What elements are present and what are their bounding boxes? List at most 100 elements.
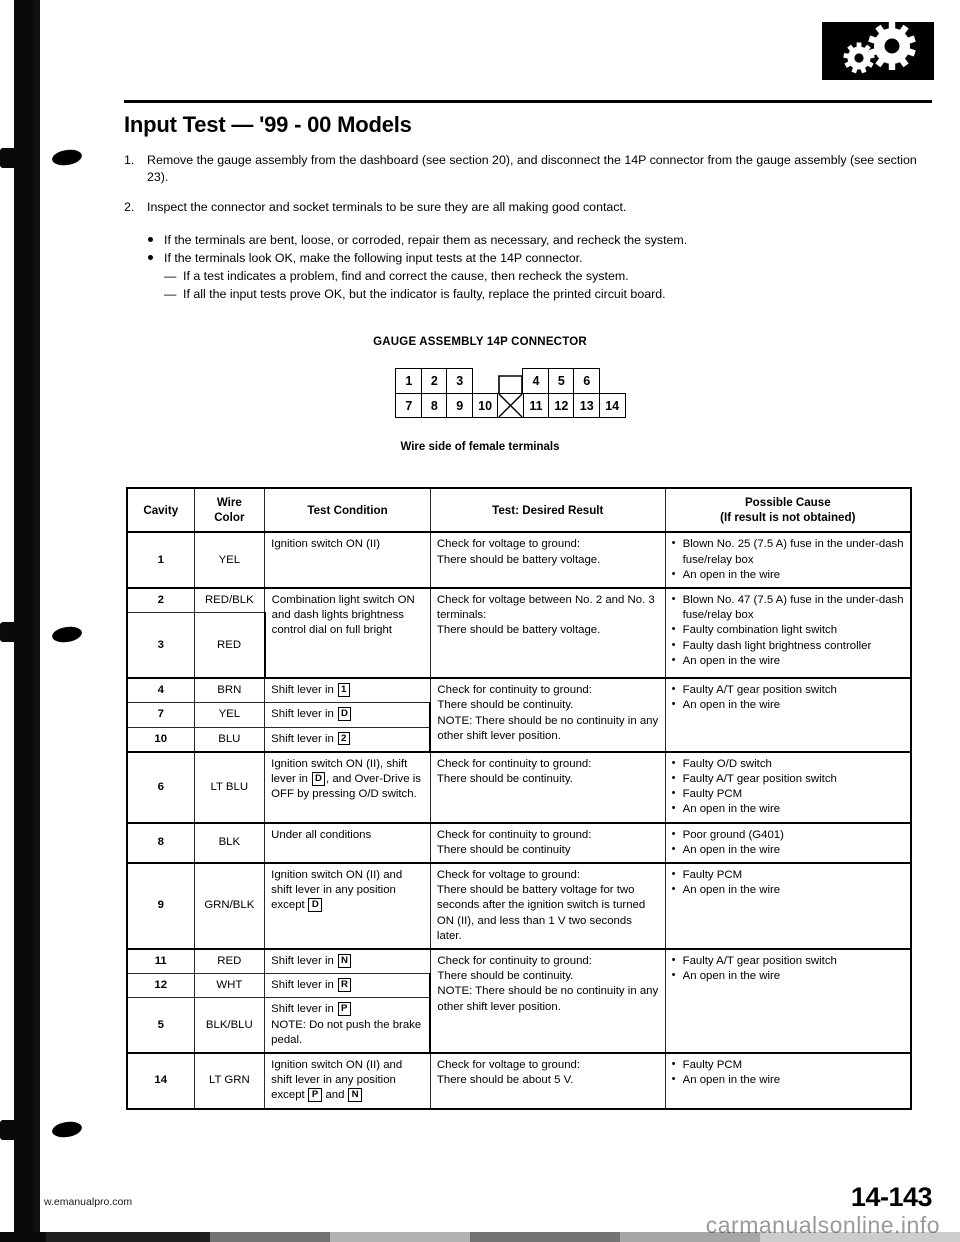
connector-pin: 5 bbox=[547, 368, 575, 393]
cause-item: Faulty A/T gear position switch bbox=[672, 682, 904, 698]
cell-wire-color: RED/BLK bbox=[193, 587, 266, 614]
binder-notch bbox=[0, 148, 18, 168]
cell-wire-color: GRN/BLK bbox=[193, 862, 266, 950]
gear-position-badge: D bbox=[311, 772, 326, 786]
cause-list: Poor ground (G401) An open in the wire bbox=[672, 827, 904, 858]
result-line: Check for voltage between No. 2 and No. … bbox=[436, 594, 655, 637]
table-row: 14 LT GRN Ignition switch ON (II) and sh… bbox=[126, 1052, 912, 1110]
cause-item: Faulty A/T gear position switch bbox=[672, 953, 904, 969]
bullet-dot-icon bbox=[148, 255, 153, 260]
step-text: Inspect the connector and socket termina… bbox=[147, 200, 627, 214]
cause-item: Faulty PCM bbox=[672, 786, 904, 802]
cell-test-result: Check for continuity to ground: There sh… bbox=[429, 821, 666, 864]
cell-test-result: Check for voltage to ground: There shoul… bbox=[429, 1052, 666, 1110]
footer-url: w.emanualpro.com bbox=[44, 1196, 133, 1208]
cell-wire-color: RED bbox=[193, 612, 266, 679]
cause-item: An open in the wire bbox=[672, 697, 904, 713]
possible-cause-line1: Possible Cause bbox=[744, 496, 831, 509]
punch-hole bbox=[51, 147, 83, 168]
connector-note: Wire side of female terminals bbox=[400, 441, 560, 453]
dash-mark-icon: — bbox=[164, 269, 177, 283]
table-row: 2 RED/BLK Combination light switch ON an… bbox=[126, 587, 912, 679]
scan-bottom-smudge bbox=[0, 1232, 960, 1242]
step-number: 2. bbox=[124, 200, 135, 214]
connector-pin: 12 bbox=[547, 393, 575, 418]
procedure-steps: 1. Remove the gauge assembly from the da… bbox=[124, 152, 934, 304]
step-1: 1. Remove the gauge assembly from the da… bbox=[124, 152, 934, 186]
scan-edge-band-secondary bbox=[33, 0, 40, 1242]
cause-item: Faulty combination light switch bbox=[672, 622, 904, 638]
table-row: 11 RED Shift lever in N Check for contin… bbox=[126, 948, 912, 1054]
cause-item: Faulty O/D switch bbox=[672, 756, 904, 772]
binder-notch bbox=[0, 622, 18, 642]
cause-item: Faulty PCM bbox=[672, 1057, 904, 1073]
cause-item: Faulty A/T gear position switch bbox=[672, 771, 904, 787]
connector-pin: 1 bbox=[395, 368, 423, 393]
connector-pin: 14 bbox=[598, 393, 626, 418]
cell-wire-color: YEL bbox=[193, 531, 266, 589]
cell-wire-color: RED bbox=[193, 948, 266, 975]
punch-hole bbox=[51, 624, 83, 645]
cause-list: Faulty PCM An open in the wire bbox=[672, 867, 904, 898]
condition-text-mid: and bbox=[322, 1089, 348, 1102]
connector-pin: 13 bbox=[573, 393, 601, 418]
table-header-row: Cavity Wire Color Test Condition Test: D… bbox=[126, 486, 912, 534]
gear-position-badge: 2 bbox=[337, 731, 350, 746]
connector-caption: GAUGE ASSEMBLY 14P CONNECTOR bbox=[373, 336, 587, 348]
possible-cause-line2: (If result is not obtained) bbox=[720, 511, 856, 525]
cell-wire-color: WHT bbox=[193, 973, 266, 999]
connector-pin: 3 bbox=[446, 368, 474, 393]
gear-position-badge: 1 bbox=[337, 683, 350, 697]
connector-unused-cavity-x-icon bbox=[497, 393, 525, 418]
bullet-item: If the terminals look OK, make the follo… bbox=[147, 250, 934, 267]
connector-gap bbox=[472, 368, 499, 393]
result-line: Check for continuity to ground: There sh… bbox=[437, 684, 659, 742]
cell-test-condition: Under all conditions bbox=[264, 821, 431, 864]
condition-text: Shift lever in bbox=[271, 708, 337, 721]
step-number: 1. bbox=[124, 153, 135, 167]
cell-test-result: Check for voltage between No. 2 and No. … bbox=[429, 587, 666, 679]
header-rule bbox=[124, 100, 932, 103]
cell-possible-cause: Faulty O/D switch Faulty A/T gear positi… bbox=[664, 750, 912, 824]
cell-test-result: Check for voltage to ground: There shoul… bbox=[429, 531, 666, 589]
connector-pin: 9 bbox=[446, 393, 474, 418]
connector-pin: 2 bbox=[420, 368, 448, 393]
connector-pin: 4 bbox=[522, 368, 550, 393]
input-test-table: Cavity Wire Color Test Condition Test: D… bbox=[126, 486, 912, 1110]
dash-item: — If a test indicates a problem, find an… bbox=[147, 268, 934, 285]
binder-notch bbox=[0, 1120, 18, 1140]
gear-position-badge: R bbox=[337, 978, 352, 992]
cell-wire-color: LT BLU bbox=[193, 750, 266, 824]
cell-cavity: 8 bbox=[126, 821, 195, 864]
gear-position-badge: N bbox=[348, 1088, 363, 1102]
cell-test-condition: Combination light switch ON and dash lig… bbox=[264, 587, 431, 679]
condition-note: NOTE: Do not push the brake pedal. bbox=[271, 1018, 422, 1046]
condition-text: Shift lever in bbox=[271, 955, 337, 968]
cell-possible-cause: Poor ground (G401) An open in the wire bbox=[664, 821, 912, 864]
table-row: 9 GRN/BLK Ignition switch ON (II) and sh… bbox=[126, 862, 912, 950]
cell-test-condition: Ignition switch ON (II) and shift lever … bbox=[264, 862, 431, 950]
bullet-dot-icon bbox=[148, 237, 153, 242]
connector-bottom-row: 7 8 9 10 11 12 13 14 bbox=[395, 393, 626, 418]
column-header-test-result: Test: Desired Result bbox=[429, 486, 666, 534]
cause-list: Faulty O/D switch Faulty A/T gear positi… bbox=[672, 756, 904, 818]
cause-item: Blown No. 47 (7.5 A) fuse in the under-d… bbox=[672, 592, 904, 623]
gear-position-badge: P bbox=[337, 1002, 351, 1016]
cell-wire-color: LT GRN bbox=[193, 1052, 266, 1110]
cell-possible-cause: Faulty A/T gear position switch An open … bbox=[664, 948, 912, 1054]
column-header-cavity: Cavity bbox=[126, 486, 195, 534]
cell-cavity: 3 bbox=[126, 612, 195, 679]
cause-list: Faulty A/T gear position switch An open … bbox=[672, 682, 904, 713]
cell-test-condition: Ignition switch ON (II) and shift lever … bbox=[264, 1052, 431, 1110]
bullet-text: If the terminals are bent, loose, or cor… bbox=[164, 233, 688, 247]
cause-item: An open in the wire bbox=[672, 968, 904, 984]
cell-test-condition: Ignition switch ON (II) bbox=[264, 531, 431, 589]
cell-cavity: 9 bbox=[126, 862, 195, 950]
cell-wire-color: BLU bbox=[193, 726, 266, 753]
column-header-wire-color: Wire Color bbox=[193, 486, 266, 534]
step-2: 2. Inspect the connector and socket term… bbox=[124, 199, 934, 216]
cause-item: An open in the wire bbox=[672, 801, 904, 817]
cause-list: Faulty A/T gear position switch An open … bbox=[672, 953, 904, 984]
gear-position-badge: N bbox=[337, 954, 352, 968]
result-line: Check for voltage to ground: There shoul… bbox=[436, 1059, 581, 1087]
